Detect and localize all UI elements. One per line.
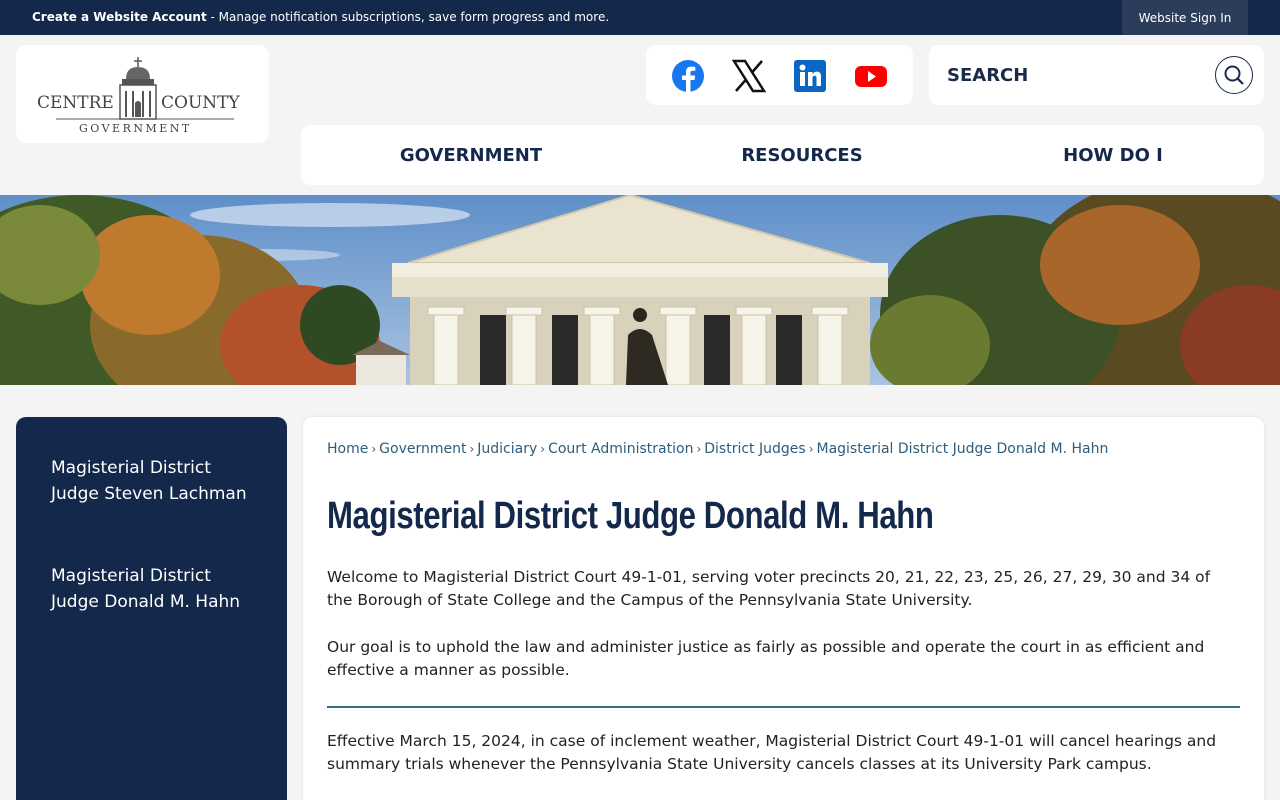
breadcrumb-judiciary[interactable]: Judiciary [477, 441, 537, 457]
logo-text-county: COUNTY [161, 93, 240, 113]
breadcrumb-home[interactable]: Home [327, 441, 368, 457]
page-title: Magisterial District Judge Donald M. Hah… [327, 495, 934, 537]
hero-banner [0, 195, 1280, 385]
logo-text-centre: CENTRE [37, 93, 114, 113]
nav-how-do-i[interactable]: HOW DO I [963, 125, 1263, 185]
sidebar: Magisterial District Judge Steven Lachma… [16, 417, 287, 800]
create-account-bold[interactable]: Create a Website Account [32, 10, 207, 24]
breadcrumb-separator: › [469, 442, 475, 456]
create-account-description: - Manage notification subscriptions, sav… [206, 10, 610, 24]
search-icon [1224, 65, 1244, 85]
breadcrumb-current-page[interactable]: Magisterial District Judge Donald M. Hah… [817, 441, 1109, 457]
breadcrumb-separator: › [371, 442, 377, 456]
courthouse-logo-icon: CENTRE COUNTY GOVERNMENT [37, 57, 240, 135]
intro-paragraph: Welcome to Magisterial District Court 49… [327, 568, 1211, 609]
facebook-icon[interactable] [671, 59, 705, 93]
goal-paragraph: Our goal is to uphold the law and admini… [327, 638, 1205, 679]
nav-government[interactable]: GOVERNMENT [301, 125, 641, 185]
nav-resources[interactable]: RESOURCES [641, 125, 963, 185]
x-twitter-icon[interactable] [731, 59, 767, 93]
search-input[interactable] [947, 60, 1197, 90]
search-bar [929, 45, 1264, 105]
county-logo[interactable]: CENTRE COUNTY GOVERNMENT [16, 45, 269, 143]
main-nav: GOVERNMENT RESOURCES HOW DO I [301, 125, 1264, 185]
breadcrumb-government[interactable]: Government [379, 441, 466, 457]
youtube-icon[interactable] [854, 59, 888, 93]
sidebar-item-steven-lachman[interactable]: Magisterial District Judge Steven Lachma… [51, 455, 251, 507]
section-divider [327, 706, 1240, 708]
breadcrumb-separator: › [808, 442, 814, 456]
sidebar-item-donald-hahn[interactable]: Magisterial District Judge Donald M. Hah… [51, 563, 251, 615]
breadcrumb: Home › Government › Judiciary › Court Administ… [327, 441, 1108, 457]
website-sign-in-button[interactable]: Website Sign In [1122, 0, 1248, 35]
linkedin-icon[interactable] [793, 59, 827, 93]
top-bar: Create a Website Account - Manage notifi… [0, 0, 1280, 35]
courthouse-photo [0, 195, 1280, 385]
weather-notice-paragraph: Effective March 15, 2024, in case of inc… [327, 732, 1217, 773]
search-button[interactable] [1215, 56, 1253, 94]
create-account-link[interactable]: Create a Website Account - Manage notifi… [32, 10, 609, 24]
main-content: Home › Government › Judiciary › Court Administ… [303, 417, 1264, 800]
breadcrumb-district-judges[interactable]: District Judges [704, 441, 805, 457]
breadcrumb-separator: › [540, 442, 546, 456]
logo-text-government: GOVERNMENT [79, 122, 192, 135]
breadcrumb-court-administration[interactable]: Court Administration [548, 441, 693, 457]
breadcrumb-separator: › [696, 442, 702, 456]
social-links [646, 45, 913, 105]
